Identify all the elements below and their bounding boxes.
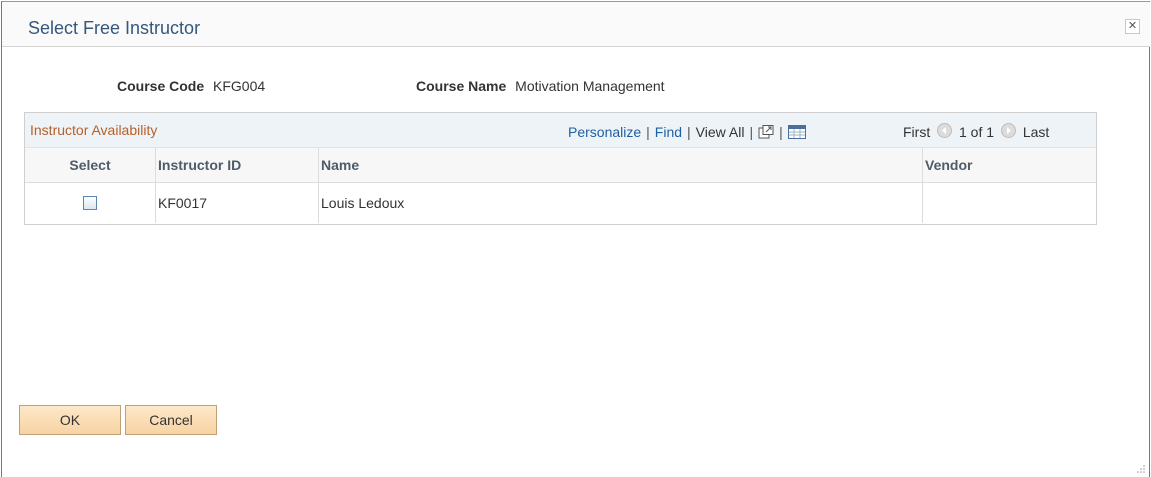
separator: | — [779, 124, 783, 140]
instructor-availability-grid: Instructor Availability Personalize | Find… — [24, 112, 1097, 225]
select-cell — [25, 183, 155, 223]
column-header-instructor-id[interactable]: Instructor ID — [156, 148, 318, 182]
close-icon[interactable]: ✕ — [1125, 19, 1140, 34]
course-name-value: Motivation Management — [515, 78, 665, 94]
course-code-value: KFG004 — [213, 78, 266, 94]
course-name-field: Course Name Motivation Management — [416, 78, 665, 94]
cancel-button[interactable]: Cancel — [125, 405, 217, 435]
dialog-title: Select Free Instructor — [28, 18, 201, 38]
ok-button[interactable]: OK — [19, 405, 121, 435]
column-header-select[interactable]: Select — [25, 148, 155, 182]
next-arrow-icon[interactable] — [1000, 123, 1016, 138]
name-cell: Louis Ledoux — [321, 195, 405, 211]
column-header-name[interactable]: Name — [319, 148, 922, 182]
course-code-label: Course Code — [117, 78, 205, 94]
column-header-vendor[interactable]: Vendor — [923, 148, 1096, 182]
select-checkbox[interactable] — [83, 196, 97, 210]
resize-grip-icon[interactable] — [1137, 465, 1145, 473]
personalize-link[interactable]: Personalize — [568, 124, 641, 140]
course-name-label: Course Name — [416, 78, 507, 94]
separator: | — [749, 124, 754, 140]
separator: | — [646, 124, 650, 140]
first-label: First — [903, 124, 931, 140]
view-all-link[interactable]: View All — [696, 124, 745, 140]
page-range: 1 of 1 — [959, 124, 995, 140]
vendor-cell — [923, 183, 1096, 223]
previous-arrow-icon[interactable] — [937, 123, 953, 138]
last-label: Last — [1022, 124, 1050, 140]
dialog-titlebar: Select Free Instructor ✕ — [2, 2, 1150, 47]
new-window-icon[interactable] — [758, 125, 774, 142]
grid-title: Instructor Availability — [30, 122, 158, 138]
find-link[interactable]: Find — [655, 124, 682, 140]
grid-toolbar: Personalize | Find | View All | | — [568, 124, 806, 142]
separator: | — [687, 124, 691, 140]
grid-pager: First 1 of 1 Last — [903, 123, 1049, 140]
grid-header: Instructor Availability Personalize | Find… — [25, 113, 1096, 148]
course-code-field: Course Code KFG004 — [117, 78, 265, 94]
instructor-id-cell: KF0017 — [158, 195, 208, 211]
download-spreadsheet-icon[interactable] — [787, 125, 806, 142]
